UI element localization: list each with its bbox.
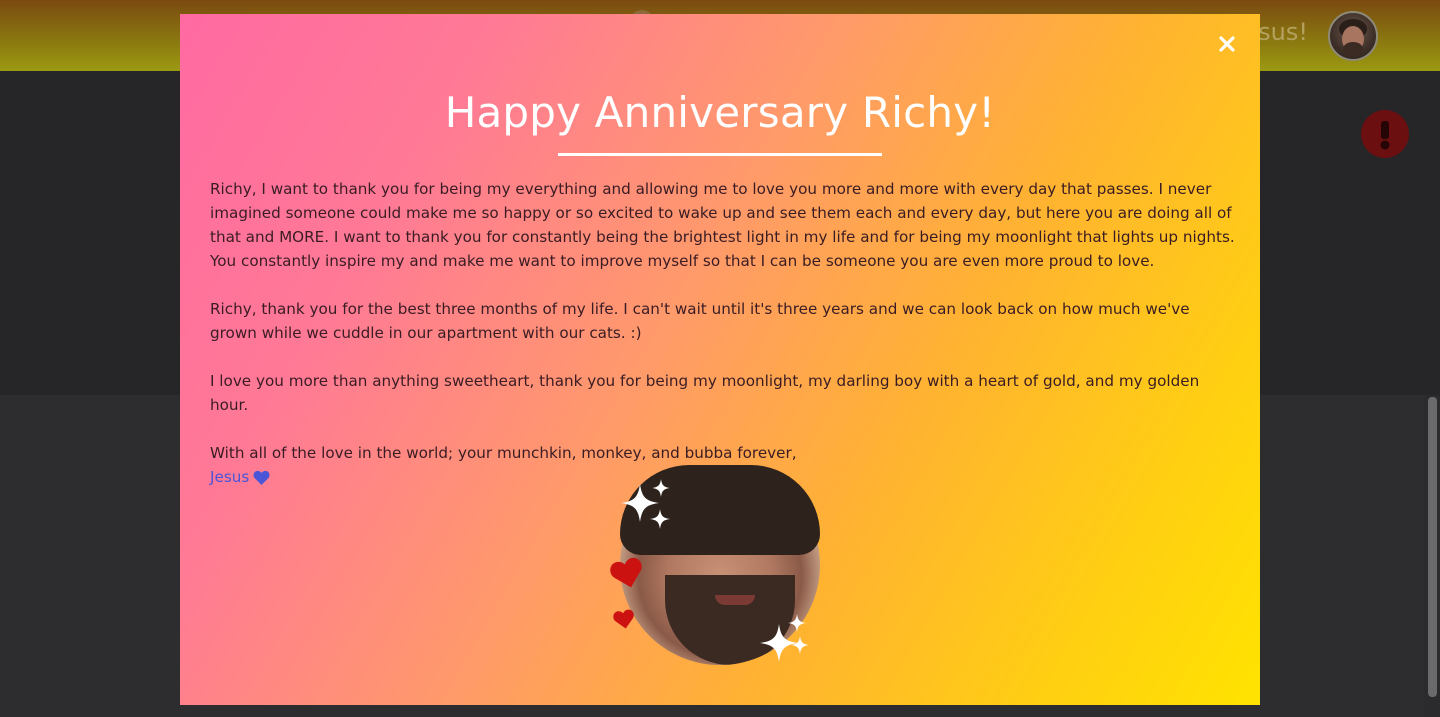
profile-photo-frame bbox=[610, 464, 830, 674]
signature: Jesus bbox=[210, 465, 270, 489]
exclamation-icon bbox=[1380, 121, 1390, 150]
app-page: esus! Happy Anniversary Richy! Richy, I … bbox=[0, 0, 1440, 717]
heart-icon bbox=[253, 470, 270, 485]
heart-icon bbox=[613, 609, 634, 629]
sparkle-icon bbox=[650, 509, 670, 529]
sparkle-icon bbox=[652, 479, 670, 497]
anniversary-modal: Happy Anniversary Richy! Richy, I want t… bbox=[180, 14, 1260, 705]
sparkle-icon bbox=[791, 636, 809, 654]
title-underline bbox=[558, 153, 882, 156]
user-avatar[interactable] bbox=[1328, 11, 1378, 61]
modal-title: Happy Anniversary Richy! bbox=[444, 88, 996, 137]
close-icon bbox=[1219, 36, 1235, 52]
message-paragraph: Richy, I want to thank you for being my … bbox=[210, 180, 1235, 270]
signature-name: Jesus bbox=[210, 468, 250, 486]
alert-badge[interactable] bbox=[1361, 110, 1409, 158]
message-paragraph: I love you more than anything sweetheart… bbox=[210, 372, 1200, 414]
close-button[interactable] bbox=[1216, 33, 1238, 55]
closing-line: With all of the love in the world; your … bbox=[210, 444, 797, 462]
sparkle-icon bbox=[788, 614, 806, 632]
photo-mouth bbox=[715, 595, 755, 605]
message-paragraph: Richy, thank you for the best three mont… bbox=[210, 300, 1190, 342]
message-body: Richy, I want to thank you for being my … bbox=[210, 177, 1235, 489]
heart-icon bbox=[610, 557, 642, 588]
scrollbar-thumb[interactable] bbox=[1428, 397, 1437, 697]
